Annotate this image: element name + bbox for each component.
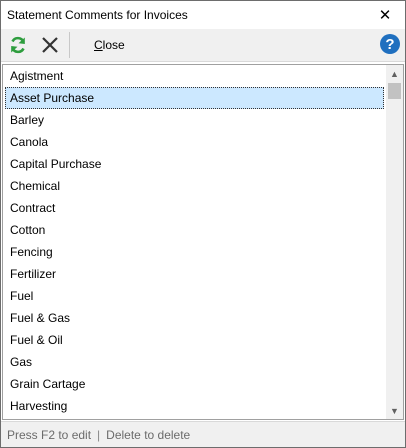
window-close-button[interactable]: ✕ (365, 1, 405, 29)
list-item[interactable]: Fencing (3, 241, 386, 263)
window-title: Statement Comments for Invoices (7, 8, 188, 22)
list-item[interactable]: Contract (3, 197, 386, 219)
list-item[interactable]: Cotton (3, 219, 386, 241)
refresh-icon (11, 36, 25, 54)
status-bar: Press F2 to edit | Delete to delete (1, 421, 405, 447)
delete-button[interactable] (35, 31, 65, 59)
list-item[interactable]: Agistment (3, 65, 386, 87)
list-item[interactable]: Fuel & Oil (3, 329, 386, 351)
list-item-selected[interactable]: Asset Purchase (5, 87, 384, 109)
scroll-down-arrow-icon[interactable]: ▼ (386, 402, 403, 419)
help-icon: ? (380, 34, 400, 54)
list-item[interactable]: Capital Purchase (3, 153, 386, 175)
list-item[interactable]: Canola (3, 131, 386, 153)
statement-comments-window: Statement Comments for Invoices ✕ Close (0, 0, 406, 448)
svg-text:?: ? (385, 36, 394, 53)
help-button[interactable]: ? (379, 33, 401, 58)
status-hint-edit: Press F2 to edit (7, 427, 92, 442)
comments-list-items: Agistment Asset Purchase Barley Canola C… (3, 65, 386, 417)
close-button[interactable]: Close (94, 38, 125, 52)
list-item[interactable]: Fuel & Gas (3, 307, 386, 329)
list-item[interactable]: Barley (3, 109, 386, 131)
title-bar: Statement Comments for Invoices ✕ (1, 1, 405, 29)
close-button-mnemonic: C (94, 38, 103, 52)
list-item[interactable]: Harvesting (3, 395, 386, 417)
scroll-up-arrow-icon[interactable]: ▲ (386, 65, 403, 82)
status-separator: | (97, 427, 101, 442)
toolbar: Close ? (1, 29, 405, 62)
vertical-scrollbar[interactable]: ▲ ▼ (386, 65, 403, 419)
list-item[interactable]: Grain Cartage (3, 373, 386, 395)
toolbar-separator (69, 32, 70, 58)
scrollbar-thumb[interactable] (388, 83, 401, 99)
list-item[interactable]: Fuel (3, 285, 386, 307)
close-button-label: lose (102, 38, 125, 52)
comments-list[interactable]: Agistment Asset Purchase Barley Canola C… (2, 64, 404, 420)
refresh-button[interactable] (3, 31, 33, 59)
list-item[interactable]: Fertilizer (3, 263, 386, 285)
delete-x-icon (42, 37, 58, 53)
list-item[interactable]: Gas (3, 351, 386, 373)
list-item[interactable]: Chemical (3, 175, 386, 197)
status-hint-delete: Delete to delete (106, 427, 191, 442)
